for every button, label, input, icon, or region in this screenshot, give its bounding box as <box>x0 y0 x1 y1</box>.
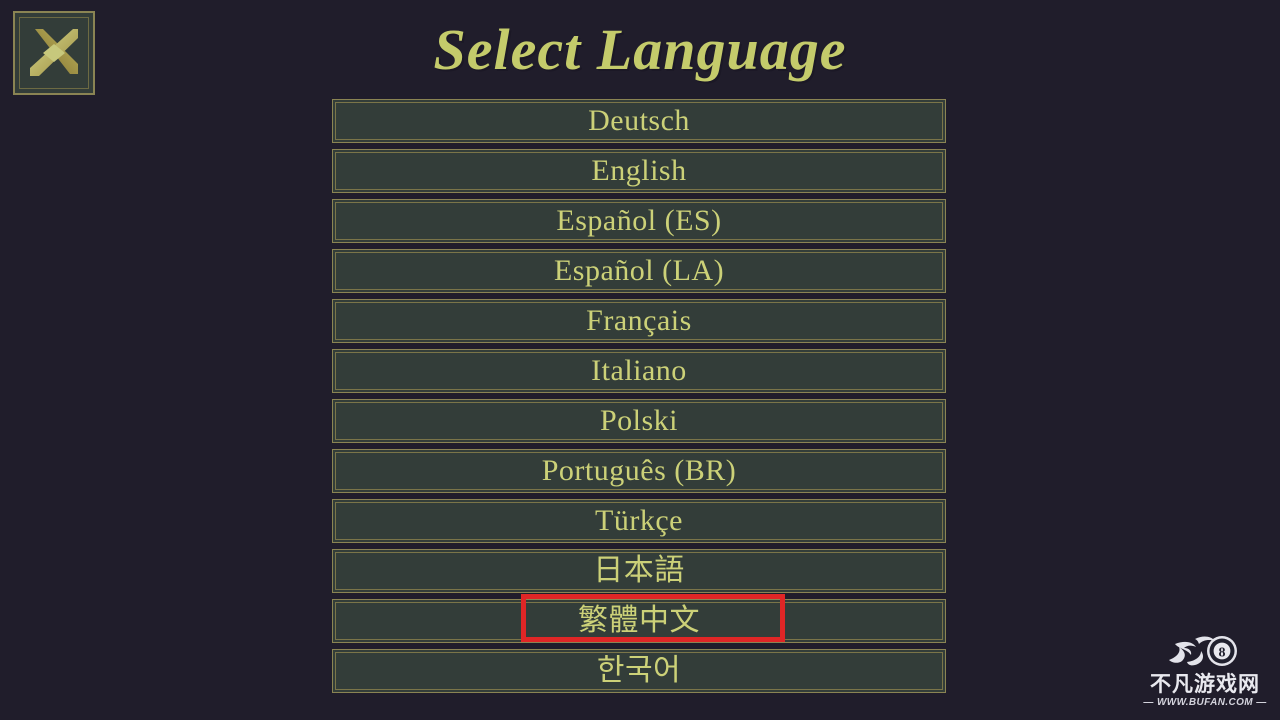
language-row[interactable]: Português (BR) <box>332 449 946 493</box>
language-row-label: Polski <box>599 404 679 437</box>
svg-text:8: 8 <box>1219 646 1226 661</box>
language-list: Deutsch English Español (ES) Español (LA) Fr… <box>332 99 946 699</box>
language-row[interactable]: Français <box>332 299 946 343</box>
language-row[interactable]: Türkçe <box>332 499 946 543</box>
language-row-label: Deutsch <box>588 104 690 137</box>
language-row-label: 한국어 <box>596 653 682 688</box>
language-row[interactable]: 日本語 <box>332 549 946 593</box>
language-row-label: Español (ES) <box>556 204 722 237</box>
language-row-label: Español (LA) <box>553 254 725 287</box>
watermark: 8 不凡游戏网 — WWW.BUFAN.COM — <box>1142 630 1268 710</box>
watermark-url: — WWW.BUFAN.COM — <box>1143 697 1267 708</box>
language-row-label: Português (BR) <box>541 454 737 487</box>
language-row[interactable]: Italiano <box>332 349 946 393</box>
page-title: Select Language <box>433 17 847 82</box>
language-row-label: Italiano <box>591 354 687 387</box>
language-row[interactable]: Deutsch <box>332 99 946 143</box>
language-row[interactable]: Polski <box>332 399 946 443</box>
language-row-label: Français <box>586 304 692 337</box>
watermark-site-name: 不凡游戏网 <box>1150 672 1260 696</box>
language-row[interactable]: Español (LA) <box>332 249 946 293</box>
language-row[interactable]: 한국어 <box>332 649 946 693</box>
language-row-label: English <box>591 154 687 187</box>
language-row[interactable]: English <box>332 149 946 193</box>
language-row-label: 日本語 <box>593 553 685 588</box>
language-row[interactable]: Español (ES) <box>332 199 946 243</box>
language-row-label: 繁體中文 <box>578 603 700 638</box>
language-row[interactable]: 繁體中文 <box>332 599 946 643</box>
flaming-8-ball-logo-icon: 8 <box>1142 630 1268 672</box>
language-row-label: Türkçe <box>595 504 683 537</box>
